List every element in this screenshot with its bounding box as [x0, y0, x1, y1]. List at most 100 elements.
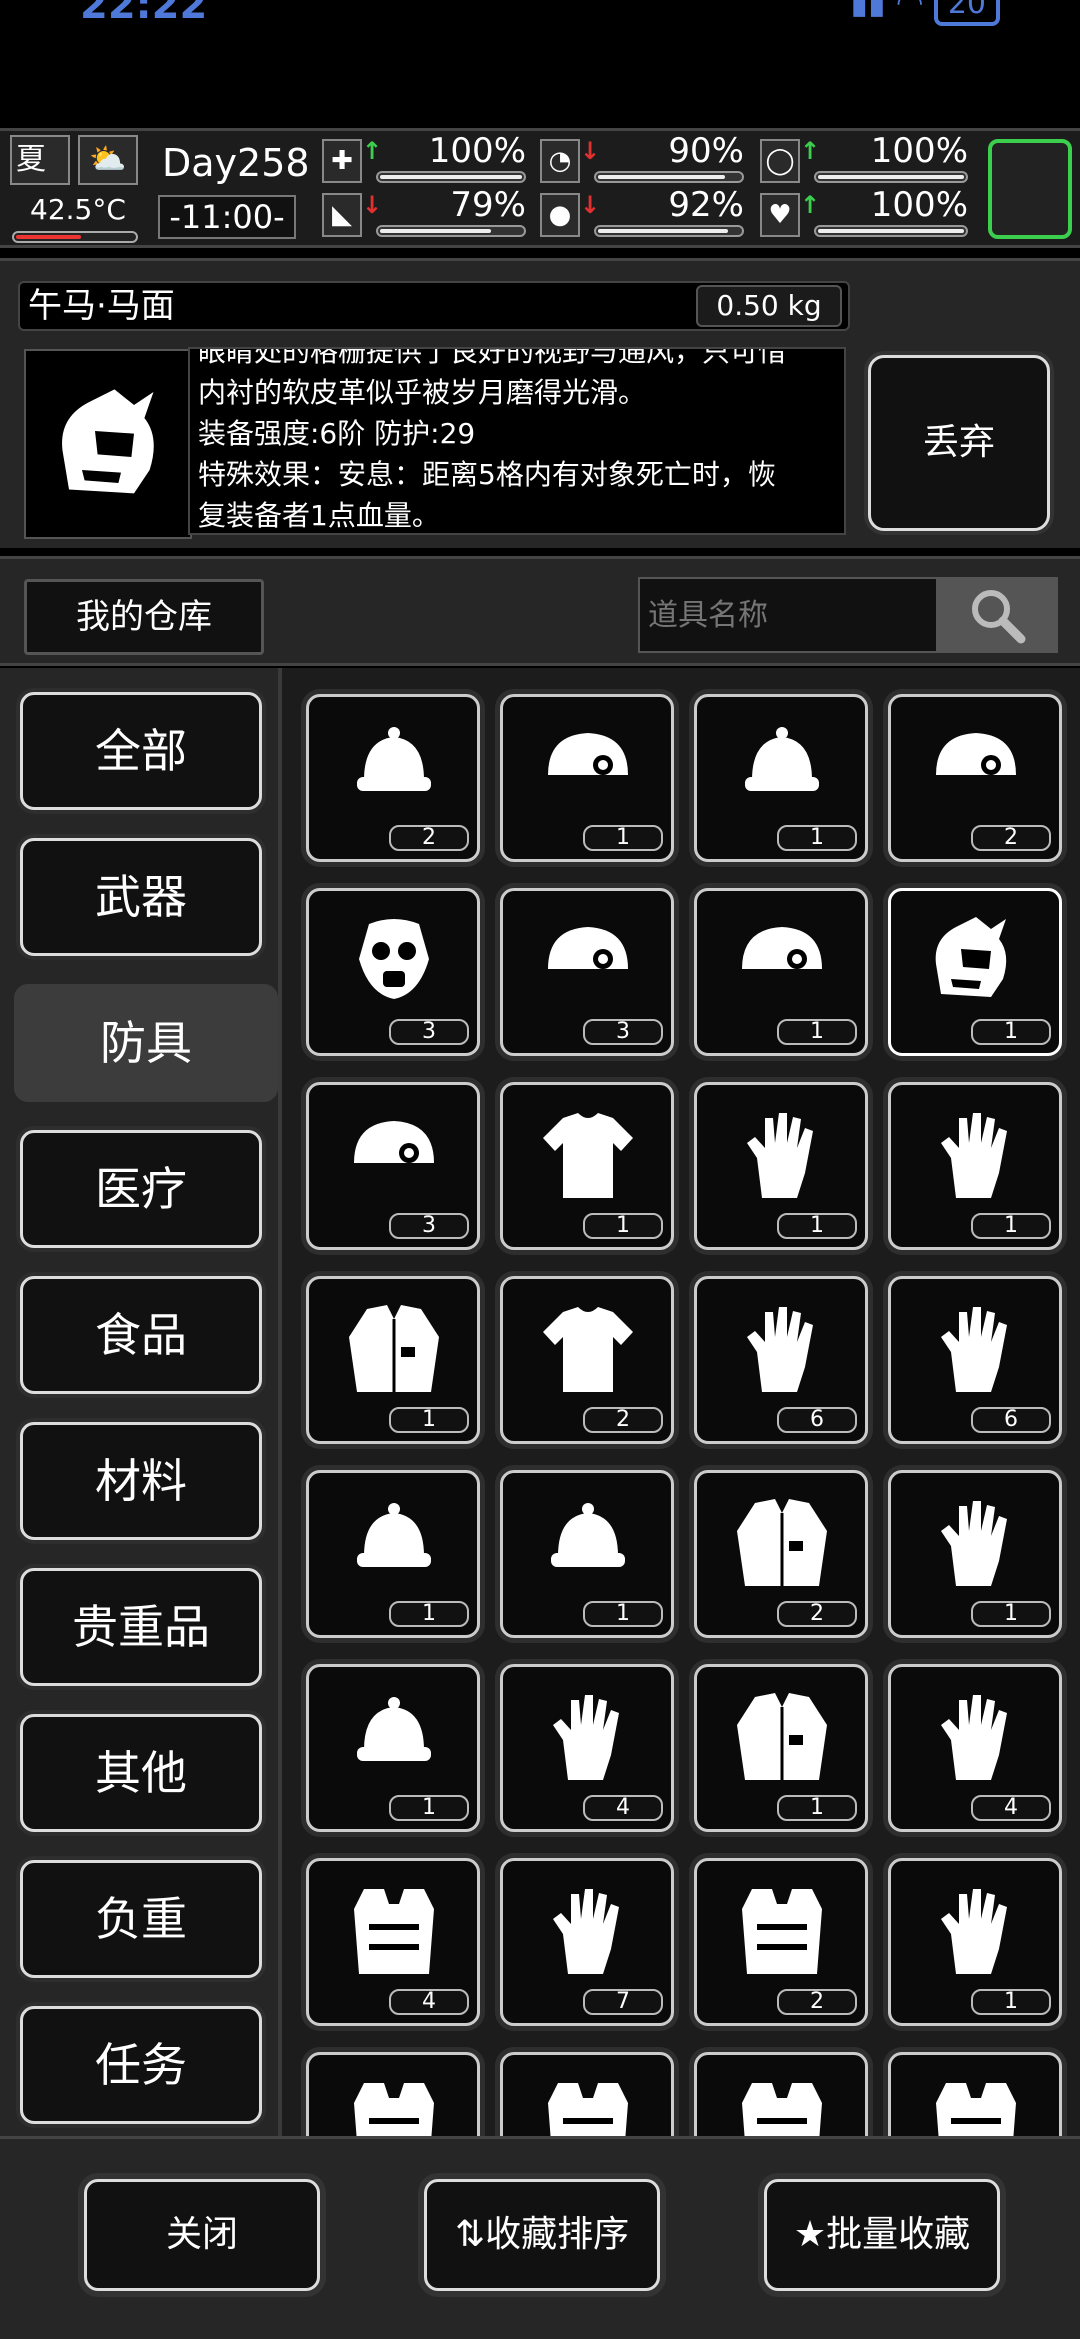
item-thumbnail	[24, 349, 192, 539]
inventory-item[interactable]: 1	[306, 1470, 480, 1638]
category-tab[interactable]: 负重	[20, 1860, 262, 1978]
cut-gloves-icon	[747, 1307, 813, 1392]
close-button[interactable]: 关闭	[84, 2179, 320, 2291]
item-count-badge: 6	[971, 1407, 1051, 1433]
inventory-item[interactable]: 1	[500, 1470, 674, 1638]
inventory-item[interactable]: 1	[306, 1276, 480, 1444]
trend-up-icon: ↑	[800, 191, 821, 219]
status-bar: 22:22 ▮▮ ◠ 20	[0, 0, 1080, 130]
item-count-badge: 2	[971, 825, 1051, 851]
category-tab[interactable]: 任务	[20, 2006, 262, 2124]
gloves-icon	[941, 1113, 1007, 1198]
hard-hat-icon	[936, 733, 1016, 775]
inventory-item[interactable]: 1	[694, 888, 868, 1056]
batch-favorite-button[interactable]: ★批量收藏	[764, 2179, 1000, 2291]
inventory-item[interactable]: 7	[500, 1858, 674, 2026]
bottom-action-bar: 关闭 ⇅收藏排序 ★批量收藏	[0, 2136, 1080, 2339]
inventory-item[interactable]: 3	[500, 888, 674, 1056]
shirt-icon	[543, 1113, 633, 1198]
inventory-item[interactable]: 3	[306, 1082, 480, 1250]
inventory-item[interactable]: 1	[694, 694, 868, 862]
season-badge: 夏	[10, 135, 70, 185]
search-icon	[972, 590, 1026, 644]
inventory-item[interactable]: 2	[694, 1858, 868, 2026]
vest-icon	[354, 2083, 434, 2136]
inventory-item[interactable]: 1	[694, 1664, 868, 1832]
inventory-item[interactable]	[306, 2052, 480, 2136]
inventory-item[interactable]: 1	[500, 1082, 674, 1250]
inventory-item[interactable]	[888, 2052, 1062, 2136]
stat-bar	[594, 171, 744, 183]
inventory-item[interactable]: 2	[306, 694, 480, 862]
inventory-item[interactable]: 2	[500, 1276, 674, 1444]
battery-icon: 20	[933, 0, 1000, 26]
survival-hud: 夏 ⛅ 42.5°C Day258 -11:00- ✚ ↑ 100% ◔ ↓ 90% ◯ ↑ 1…	[0, 128, 1080, 248]
category-tab[interactable]: 材料	[20, 1422, 262, 1540]
stat-water-drop: ● ↓ 92%	[540, 185, 748, 241]
discard-button[interactable]: 丢弃	[868, 355, 1050, 531]
status-icons: ▮▮ ◠ 20	[850, 0, 1000, 26]
stat-value: 79%	[450, 185, 526, 225]
item-search-input[interactable]	[638, 577, 938, 653]
animal-hat-icon	[745, 727, 819, 791]
water-drop-icon: ●	[540, 193, 580, 237]
quick-slot-button[interactable]	[988, 139, 1072, 239]
stat-value: 100%	[428, 131, 526, 171]
category-tab[interactable]: 全部	[20, 692, 262, 810]
category-tab[interactable]: 食品	[20, 1276, 262, 1394]
inventory-item[interactable]: 1	[694, 1082, 868, 1250]
item-count-badge: 3	[389, 1213, 469, 1239]
description-line: 内衬的软皮革似乎被岁月磨得光滑。	[198, 376, 647, 409]
category-tab[interactable]: 防具	[14, 984, 278, 1102]
stat-bar-fill	[598, 229, 729, 233]
category-tab[interactable]: 武器	[20, 838, 262, 956]
inventory-item[interactable]: 2	[888, 694, 1062, 862]
trend-down-icon: ↓	[580, 191, 601, 219]
item-count-badge: 1	[971, 1213, 1051, 1239]
favorite-sort-button[interactable]: ⇅收藏排序	[424, 2179, 660, 2291]
stat-value: 92%	[668, 185, 744, 225]
medkit-icon: ✚	[322, 139, 362, 183]
hoodie-icon	[349, 1305, 439, 1392]
stat-capsule: ◯ ↑ 100%	[760, 131, 972, 187]
category-sidebar: 全部武器防具医疗食品材料贵重品其他负重任务	[0, 668, 282, 2136]
inventory-item[interactable]: 1	[888, 1858, 1062, 2026]
category-tab[interactable]: 其他	[20, 1714, 262, 1832]
inventory-item[interactable]	[694, 2052, 868, 2136]
fingerless-gloves-icon	[747, 1113, 813, 1198]
inventory-item[interactable]: 4	[306, 1858, 480, 2026]
heart-icon: ♥	[760, 193, 800, 237]
item-count-badge: 1	[971, 1989, 1051, 2015]
inventory-item[interactable]: 1	[500, 694, 674, 862]
inventory-item[interactable]: 6	[694, 1276, 868, 1444]
inventory-item[interactable]: 1	[888, 1470, 1062, 1638]
status-time: 22:22	[80, 0, 208, 28]
item-count-badge: 1	[583, 1213, 663, 1239]
inventory-item[interactable]: 3	[306, 888, 480, 1056]
search-button[interactable]	[936, 577, 1058, 653]
inventory-item[interactable]: 4	[500, 1664, 674, 1832]
item-count-badge: 1	[777, 1795, 857, 1821]
my-warehouse-button[interactable]: 我的仓库	[24, 579, 264, 655]
stat-bar-fill	[598, 175, 726, 179]
category-tab[interactable]: 医疗	[20, 1130, 262, 1248]
inventory-item[interactable]: 4	[888, 1664, 1062, 1832]
item-count-badge: 6	[777, 1407, 857, 1433]
beanie-icon	[357, 727, 431, 791]
stat-bar	[376, 171, 526, 183]
inventory-body: 全部 武器 防具 医疗 食品 材料 贵重品 其他 负重 任务 2 1 1 2 3 3 1 1 3 1 1 1 1 2 6 6 1 1…	[0, 668, 1080, 2136]
stat-value: 90%	[668, 131, 744, 171]
category-tab[interactable]: 贵重品	[20, 1568, 262, 1686]
inventory-item[interactable]: 2	[694, 1470, 868, 1638]
storage-toolbar: 我的仓库	[0, 556, 1080, 666]
inventory-item[interactable]: 1	[306, 1664, 480, 1832]
inventory-item[interactable]	[500, 2052, 674, 2136]
inventory-item[interactable]: 6	[888, 1276, 1062, 1444]
temperature-readout: 42.5°C	[30, 193, 126, 226]
weather-icon: ⛅	[78, 135, 138, 185]
item-count-badge: 1	[777, 1019, 857, 1045]
item-count-badge: 1	[971, 1601, 1051, 1627]
item-count-badge: 2	[583, 1407, 663, 1433]
inventory-item[interactable]: 1	[888, 888, 1062, 1056]
inventory-item[interactable]: 1	[888, 1082, 1062, 1250]
